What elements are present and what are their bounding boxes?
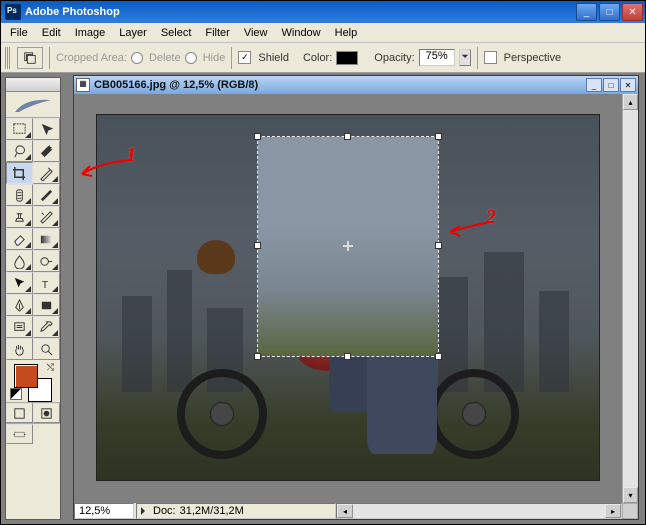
jump-to-imageready-button[interactable] bbox=[6, 424, 33, 444]
doc-maximize-button[interactable]: □ bbox=[603, 78, 619, 92]
document-status[interactable]: Doc: 31,2M/31,2M bbox=[136, 503, 336, 519]
magic-wand-tool[interactable] bbox=[33, 140, 60, 162]
toolbox-titlebar[interactable] bbox=[6, 78, 60, 92]
crop-handle-n[interactable] bbox=[344, 133, 351, 140]
crop-handle-se[interactable] bbox=[435, 353, 442, 360]
app-title: Adobe Photoshop bbox=[25, 6, 576, 18]
scroll-up-button[interactable]: ▴ bbox=[623, 94, 638, 110]
path-selection-tool[interactable] bbox=[6, 272, 33, 294]
delete-label: Delete bbox=[149, 52, 181, 64]
close-button[interactable]: ✕ bbox=[622, 3, 643, 21]
swap-colors-icon[interactable]: ⤭ bbox=[47, 362, 54, 373]
image-content bbox=[96, 114, 600, 481]
opacity-flyout[interactable] bbox=[459, 49, 471, 66]
shield-color-label: Color: bbox=[303, 52, 332, 64]
standard-mode-button[interactable] bbox=[6, 403, 33, 423]
resize-grip[interactable] bbox=[622, 503, 638, 519]
shield-color-swatch[interactable] bbox=[336, 51, 358, 65]
healing-brush-tool[interactable] bbox=[6, 184, 33, 206]
options-bar: Cropped Area: Delete Hide ✓ Shield Color… bbox=[1, 43, 645, 73]
move-tool[interactable] bbox=[33, 118, 60, 140]
canvas-area: ▦ CB005166.jpg @ 12,5% (RGB/8) _ □ ✕ bbox=[61, 73, 645, 524]
dodge-tool[interactable] bbox=[33, 250, 60, 272]
status-label: Doc: bbox=[153, 505, 176, 517]
opacity-input[interactable]: 75% bbox=[419, 49, 455, 66]
rectangle-tool[interactable] bbox=[33, 294, 60, 316]
active-tool-preset[interactable] bbox=[17, 47, 43, 69]
hand-tool[interactable] bbox=[6, 338, 33, 360]
ps-feather-icon bbox=[6, 92, 60, 118]
menu-layer[interactable]: Layer bbox=[112, 25, 154, 41]
crop-marquee[interactable] bbox=[258, 137, 439, 356]
options-grip[interactable] bbox=[5, 47, 11, 69]
zoom-tool[interactable] bbox=[33, 338, 60, 360]
photoshop-icon bbox=[5, 4, 21, 20]
minimize-button[interactable]: _ bbox=[576, 3, 597, 21]
crop-handle-nw[interactable] bbox=[254, 133, 261, 140]
status-flyout-icon[interactable] bbox=[141, 507, 149, 515]
menu-file[interactable]: File bbox=[3, 25, 35, 41]
shield-checkbox[interactable]: ✓ bbox=[238, 51, 251, 64]
lasso-tool[interactable] bbox=[6, 140, 33, 162]
menu-help[interactable]: Help bbox=[328, 25, 365, 41]
shield-label: Shield bbox=[258, 52, 289, 64]
opacity-label: Opacity: bbox=[374, 52, 414, 64]
workspace: T ⤭ ▦ CB005166.jpg @ 12,5% (RGB/8) bbox=[1, 73, 645, 524]
foreground-color-swatch[interactable] bbox=[14, 364, 38, 388]
status-value: 31,2M/31,2M bbox=[180, 505, 244, 517]
maximize-button[interactable]: □ bbox=[599, 3, 620, 21]
crop-center-icon bbox=[343, 241, 353, 251]
notes-tool[interactable] bbox=[6, 316, 33, 338]
crop-handle-s[interactable] bbox=[344, 353, 351, 360]
perspective-checkbox[interactable] bbox=[484, 51, 497, 64]
brush-tool[interactable] bbox=[33, 184, 60, 206]
default-colors-icon[interactable] bbox=[10, 388, 22, 400]
document-titlebar[interactable]: ▦ CB005166.jpg @ 12,5% (RGB/8) _ □ ✕ bbox=[74, 76, 638, 94]
history-brush-tool[interactable] bbox=[33, 206, 60, 228]
scroll-right-button[interactable]: ▸ bbox=[605, 504, 621, 518]
quick-mask-button[interactable] bbox=[33, 403, 60, 423]
type-tool[interactable]: T bbox=[33, 272, 60, 294]
crop-tool[interactable] bbox=[6, 162, 33, 184]
scroll-left-button[interactable]: ◂ bbox=[337, 504, 353, 518]
slice-tool[interactable] bbox=[33, 162, 60, 184]
menu-filter[interactable]: Filter bbox=[198, 25, 236, 41]
doc-minimize-button[interactable]: _ bbox=[586, 78, 602, 92]
toolbox: T ⤭ bbox=[5, 77, 61, 520]
crop-handle-sw[interactable] bbox=[254, 353, 261, 360]
crop-handle-e[interactable] bbox=[435, 242, 442, 249]
menubar: File Edit Image Layer Select Filter View… bbox=[1, 23, 645, 43]
eraser-tool[interactable] bbox=[6, 228, 33, 250]
blur-tool[interactable] bbox=[6, 250, 33, 272]
hide-radio[interactable] bbox=[185, 52, 197, 64]
menu-select[interactable]: Select bbox=[154, 25, 199, 41]
canvas[interactable]: 1 2 bbox=[74, 94, 622, 503]
hide-label: Hide bbox=[203, 52, 226, 64]
menu-window[interactable]: Window bbox=[275, 25, 328, 41]
doc-close-button[interactable]: ✕ bbox=[620, 78, 636, 92]
pen-tool[interactable] bbox=[6, 294, 33, 316]
gradient-tool[interactable] bbox=[33, 228, 60, 250]
cropped-area-label: Cropped Area: bbox=[56, 52, 127, 64]
crop-handle-w[interactable] bbox=[254, 242, 261, 249]
delete-radio[interactable] bbox=[131, 52, 143, 64]
svg-text:T: T bbox=[42, 280, 49, 291]
crop-handle-ne[interactable] bbox=[435, 133, 442, 140]
perspective-label: Perspective bbox=[504, 52, 561, 64]
menu-view[interactable]: View bbox=[237, 25, 275, 41]
scroll-down-button[interactable]: ▾ bbox=[623, 487, 638, 503]
document-icon: ▦ bbox=[76, 78, 90, 92]
color-picker: ⤭ bbox=[6, 360, 60, 402]
app-titlebar: Adobe Photoshop _ □ ✕ bbox=[1, 1, 645, 23]
eyedropper-tool[interactable] bbox=[33, 316, 60, 338]
horizontal-scrollbar[interactable]: ◂ ▸ bbox=[336, 503, 622, 519]
clone-stamp-tool[interactable] bbox=[6, 206, 33, 228]
menu-edit[interactable]: Edit bbox=[35, 25, 68, 41]
document-title: CB005166.jpg @ 12,5% (RGB/8) bbox=[94, 79, 586, 91]
vertical-scrollbar[interactable]: ▴ ▾ bbox=[622, 94, 638, 503]
menu-image[interactable]: Image bbox=[68, 25, 113, 41]
zoom-input[interactable]: 12,5% bbox=[74, 503, 134, 519]
document-window: ▦ CB005166.jpg @ 12,5% (RGB/8) _ □ ✕ bbox=[73, 75, 639, 520]
rectangular-marquee-tool[interactable] bbox=[6, 118, 33, 140]
